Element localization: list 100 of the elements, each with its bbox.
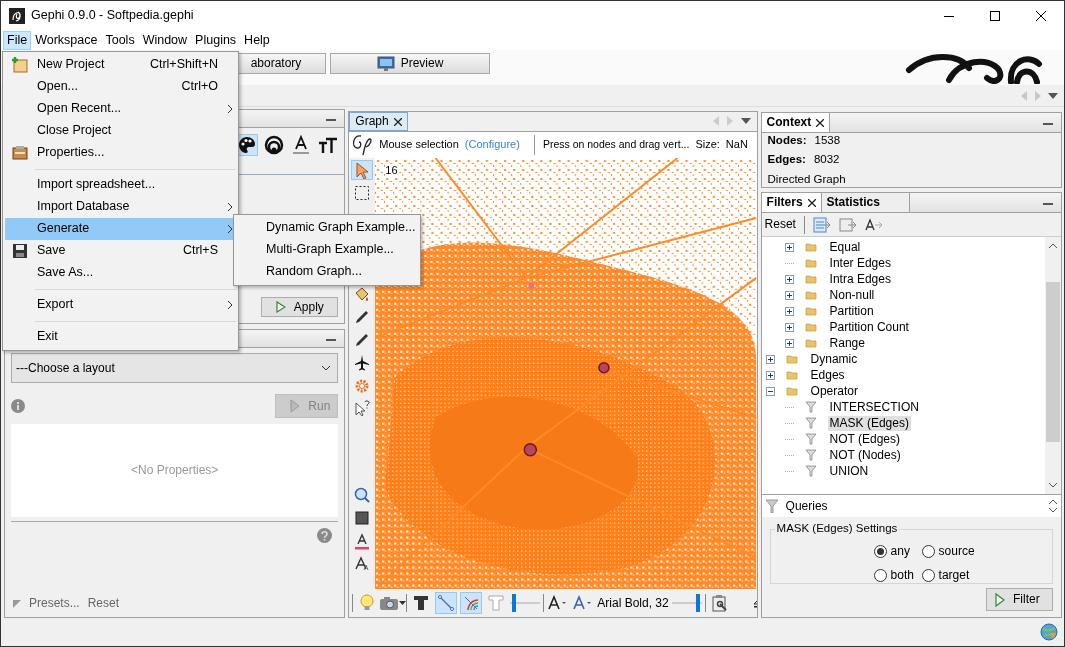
- scroll-up-icon[interactable]: [1049, 243, 1057, 248]
- expand-toggle-icon[interactable]: [765, 354, 775, 364]
- graph-tab[interactable]: Graph: [349, 112, 408, 131]
- expand-toggle-icon[interactable]: [784, 338, 794, 348]
- menu-item[interactable]: File: [3, 31, 32, 50]
- maximize-icon: [990, 11, 1000, 21]
- tree-item[interactable]: NOT (Edges): [827, 431, 903, 447]
- tree-item[interactable]: Equal: [827, 239, 863, 255]
- menu-item[interactable]: Close Project: [5, 120, 236, 142]
- menu-item[interactable]: Multi-Graph Example...: [234, 239, 420, 261]
- menu-item[interactable]: Help: [240, 31, 274, 50]
- close-icon[interactable]: [393, 117, 402, 126]
- footer-link[interactable]: Presets...: [29, 596, 80, 611]
- radio-button[interactable]: [921, 545, 935, 558]
- filter-button[interactable]: Filter: [986, 588, 1053, 611]
- radio-button[interactable]: [873, 545, 887, 558]
- tree-item[interactable]: Non-null: [827, 287, 877, 303]
- tree-item[interactable]: Intra Edges: [827, 271, 893, 287]
- reset-button[interactable]: Reset: [764, 217, 796, 232]
- placeholder-text: <No Properties>: [130, 463, 219, 478]
- scroll-down-icon[interactable]: [1049, 508, 1057, 513]
- tree-item[interactable]: Dynamic: [808, 351, 860, 367]
- stat-value: 8032: [813, 152, 840, 167]
- menu-item[interactable]: Generate: [5, 218, 236, 240]
- play-icon: [290, 399, 301, 413]
- close-icon[interactable]: [807, 198, 816, 207]
- scroll-right-icon: [1034, 90, 1042, 101]
- configure-link[interactable]: (Configure): [464, 138, 520, 152]
- expand-toggle-icon[interactable]: [784, 322, 794, 332]
- toolbar-button[interactable]: Preview: [330, 53, 490, 74]
- tree-item[interactable]: Inter Edges: [827, 255, 893, 271]
- menu-item[interactable]: Open Recent...: [5, 98, 236, 120]
- stat-label: Edges:: [767, 152, 806, 167]
- scroll-right-icon: [726, 116, 733, 126]
- scroll-down-icon[interactable]: [1049, 483, 1057, 488]
- menu-item[interactable]: Open... Ctrl+O: [5, 76, 236, 98]
- expand-toggle-icon[interactable]: [784, 290, 794, 300]
- folder-icon: [804, 273, 817, 285]
- edge-toggle-button[interactable]: [460, 592, 483, 615]
- tree-item[interactable]: MASK (Edges): [827, 415, 911, 431]
- dropdown-icon[interactable]: [1048, 92, 1058, 99]
- expand-toggle-icon[interactable]: [765, 370, 775, 380]
- tree-item[interactable]: Edges: [808, 367, 847, 383]
- funnel-icon: [804, 401, 817, 413]
- slider-icon[interactable]: [510, 593, 541, 614]
- mode-label: Mouse selection: [379, 138, 459, 152]
- menu-item[interactable]: Window: [138, 31, 192, 50]
- text-size-icon: [318, 136, 339, 154]
- menu-item[interactable]: Export: [5, 294, 236, 316]
- slider-icon[interactable]: [671, 593, 702, 614]
- group-title: MASK (Edges) Settings: [774, 521, 900, 536]
- footer-link[interactable]: Reset: [87, 596, 120, 611]
- folder-icon: [785, 369, 798, 381]
- update-globe-icon[interactable]: [1040, 622, 1058, 641]
- expand-toggle-icon[interactable]: [784, 242, 794, 252]
- menu-item[interactable]: Save As...: [5, 262, 236, 284]
- tree-item[interactable]: Range: [827, 335, 867, 351]
- close-icon[interactable]: [816, 118, 825, 127]
- menu-item[interactable]: Properties...: [5, 142, 236, 164]
- expand-toggle-icon[interactable]: [784, 274, 794, 284]
- context-tab[interactable]: Context: [761, 113, 831, 132]
- radio-button[interactable]: [921, 569, 935, 582]
- tree-item[interactable]: INTERSECTION: [827, 399, 921, 415]
- rings-icon: [264, 135, 285, 155]
- edge-toggle-button[interactable]: [435, 592, 458, 615]
- folder-icon: [804, 257, 817, 269]
- layout-dropdown[interactable]: ---Choose a layout: [11, 353, 339, 383]
- menu-item[interactable]: Save Ctrl+S: [5, 240, 236, 262]
- menu-item[interactable]: Tools: [101, 31, 139, 50]
- panel-tab[interactable]: Statistics: [821, 193, 910, 212]
- properties-icon: [11, 144, 29, 162]
- menu-item[interactable]: Workspace: [31, 31, 102, 50]
- folder-icon: [804, 289, 817, 301]
- menu-item[interactable]: Import spreadsheet...: [5, 174, 236, 196]
- radio-button[interactable]: [873, 569, 887, 582]
- tree-item[interactable]: Operator: [808, 383, 860, 399]
- light-bulb-icon: [360, 594, 375, 613]
- graph-type-text: Directed Graph: [767, 171, 847, 187]
- tree-item[interactable]: UNION: [827, 463, 871, 479]
- menu-item[interactable]: Exit: [5, 326, 236, 348]
- menu-item[interactable]: Random Graph...: [234, 261, 420, 283]
- menu-item[interactable]: Import Database: [5, 196, 236, 218]
- tree-item[interactable]: Partition: [827, 303, 876, 319]
- scrollbar-thumb[interactable]: [1046, 282, 1060, 442]
- menu-item[interactable]: Plugins: [191, 31, 241, 50]
- radio-label: any: [890, 544, 910, 559]
- dropdown-icon[interactable]: [740, 118, 751, 124]
- tree-item[interactable]: Partition Count: [827, 319, 911, 335]
- expand-toggle-icon[interactable]: [765, 386, 775, 396]
- apply-button[interactable]: Apply: [261, 297, 339, 317]
- text-export-icon[interactable]: [864, 217, 883, 232]
- queries-item[interactable]: Queries: [785, 498, 828, 514]
- panel-tab[interactable]: Filters: [761, 193, 822, 212]
- edge-line-icon: [437, 594, 456, 613]
- menu-item[interactable]: Dynamic Graph Example...: [234, 217, 420, 239]
- stat-value: 1538: [814, 133, 841, 148]
- scroll-up-icon[interactable]: [1049, 499, 1057, 504]
- help-icon[interactable]: [317, 528, 333, 543]
- tree-item[interactable]: NOT (Nodes): [827, 447, 903, 463]
- expand-toggle-icon[interactable]: [784, 306, 794, 316]
